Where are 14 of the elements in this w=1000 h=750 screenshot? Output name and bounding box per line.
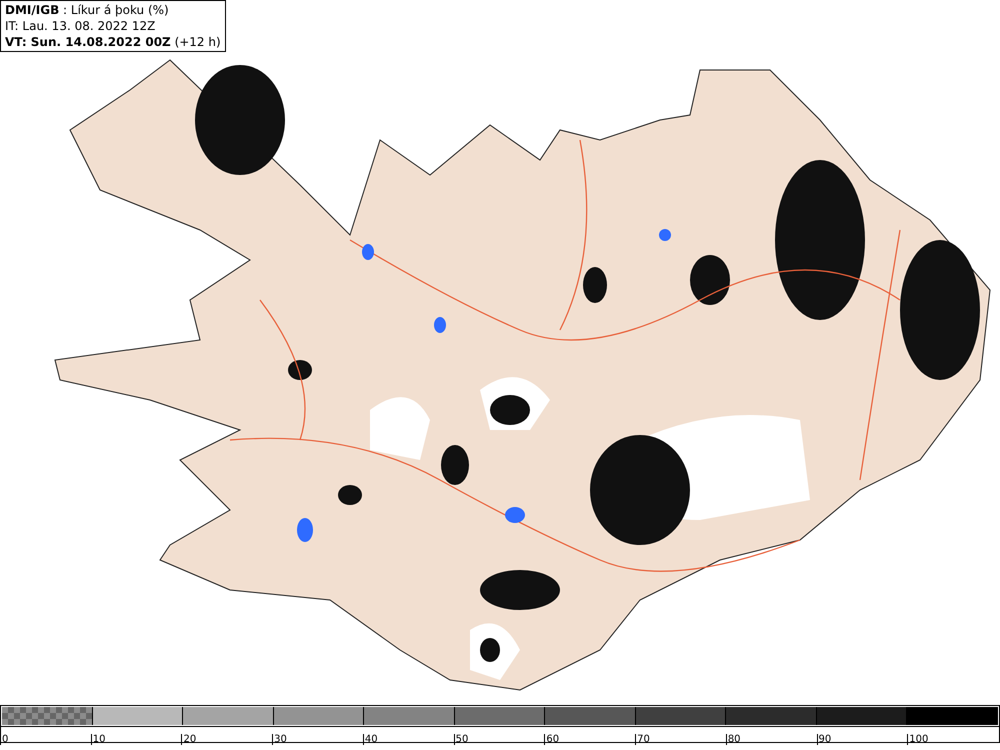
legend-tick-label: 0 (0, 734, 8, 745)
legend-tick-label: 40 (362, 734, 378, 745)
legend-tick-label: 70 (635, 734, 650, 745)
legend-tick-label: 60 (544, 734, 560, 745)
header-line: DMI/IGB : Líkur á þoku (%) (5, 2, 170, 18)
legend-tick-label: 90 (816, 734, 832, 745)
header-line: VT: Sun. 14.08.2022 00Z (+12 h) (5, 34, 221, 50)
legend-tick-label: 100 (907, 734, 928, 745)
legend-tick-label: 20 (181, 734, 196, 745)
header-line: IT: Lau. 13. 08. 2022 12Z (5, 18, 156, 34)
legend-tick-label: 30 (272, 734, 287, 745)
legend-tick-label: 80 (726, 734, 741, 745)
legend-tick-label: 50 (454, 734, 468, 745)
legend-tick-label: 10 (90, 734, 106, 745)
